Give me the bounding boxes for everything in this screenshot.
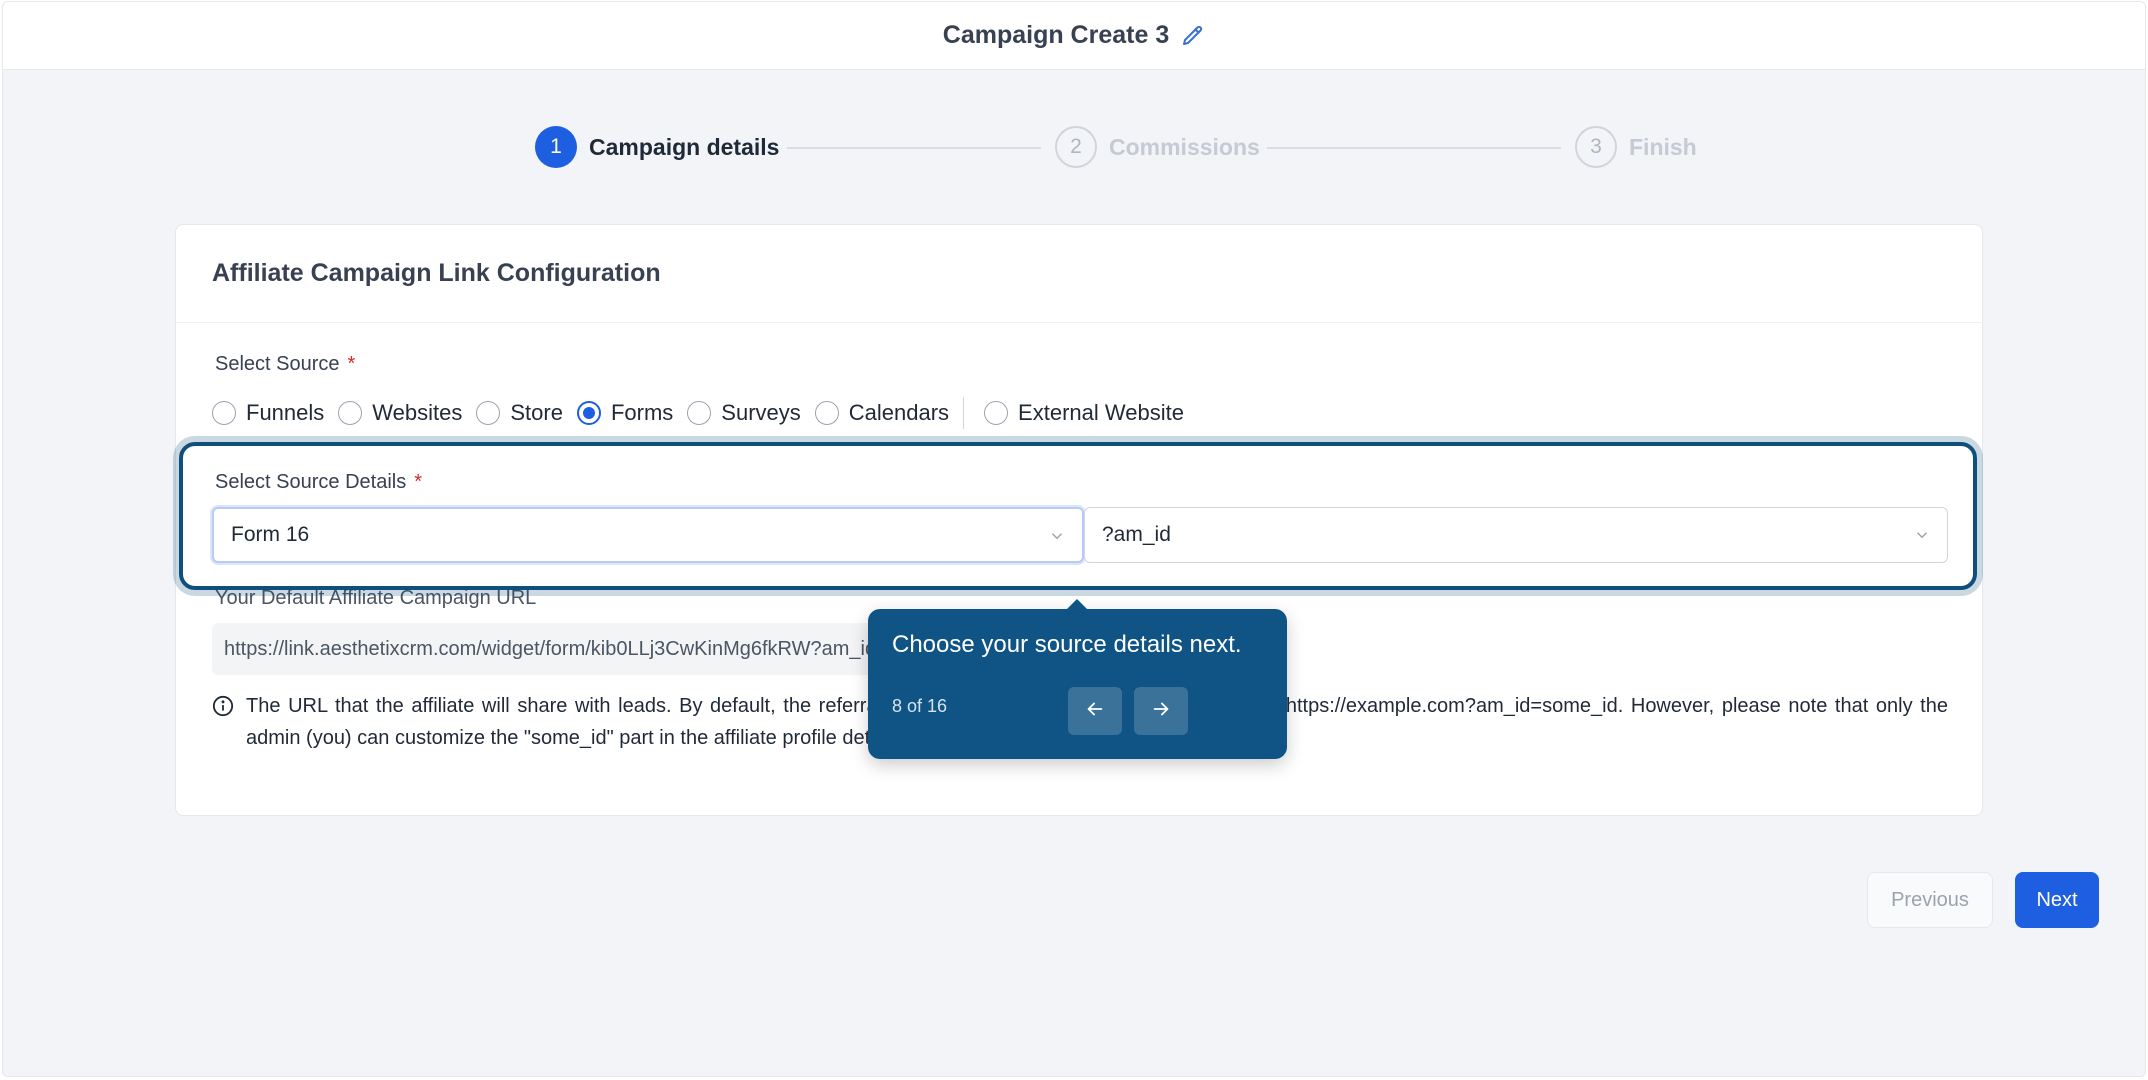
previous-button[interactable]: Previous [1867,872,1993,928]
source-detail-value: Form 16 [231,523,310,546]
radio-store[interactable]: Store [476,400,563,426]
app-frame: Campaign Create 3 1 Campaign details 2 C… [2,1,2146,1077]
radio-button[interactable] [687,401,712,425]
select-source-label-text: Select Source [215,353,340,375]
step-campaign-details[interactable]: 1 Campaign details [535,126,779,168]
radio-button[interactable] [814,401,839,425]
required-mark: * [414,471,422,493]
tour-step-count: 8 of 16 [892,696,948,716]
required-mark: * [347,353,356,375]
radio-external-website[interactable]: External Website [984,400,1184,426]
radio-calendars[interactable]: Calendars [814,400,950,426]
radio-label: External Website [1018,400,1184,425]
tour-tooltip: Choose your source details next. 8 of 16 [868,599,1287,759]
radio-funnels[interactable]: Funnels [212,400,324,426]
radio-label: Calendars [848,400,950,425]
arrow-left-icon [1084,698,1106,725]
radio-label: Store [510,400,563,425]
radio-label: Forms [610,400,674,425]
arrow-right-icon [1150,698,1172,725]
step-commissions[interactable]: 2 Commissions [1055,126,1260,168]
radio-forms[interactable]: Forms [576,400,674,426]
step-label: Campaign details [589,133,780,160]
radio-button-checked[interactable] [576,401,601,425]
param-select[interactable]: ?am_id [1084,507,1948,563]
chevron-down-icon [1048,527,1066,545]
page-title: Campaign Create 3 [942,21,1170,49]
step-connector [1267,147,1561,149]
tour-next-button[interactable] [1134,687,1188,735]
chevron-down-icon [1913,526,1931,544]
select-source-details-label: Select Source Details * [215,471,422,494]
tour-tooltip-text: Choose your source details next. [892,631,1242,658]
radio-label: Funnels [246,400,325,425]
source-radio-group: Funnels Websites Store Forms Surveys Cal… [212,397,1198,429]
top-bar: Campaign Create 3 [3,2,2145,70]
radio-button[interactable] [984,401,1009,425]
tour-prev-button[interactable] [1068,687,1122,735]
radio-label: Surveys [721,400,801,425]
param-value: ?am_id [1102,523,1171,546]
step-label: Finish [1629,133,1697,160]
step-number: 1 [535,126,577,168]
card-title: Affiliate Campaign Link Configuration [212,259,661,287]
source-detail-select[interactable]: Form 16 [212,507,1084,563]
radio-button[interactable] [212,401,236,425]
radio-button[interactable] [476,401,501,425]
step-number: 2 [1055,126,1097,168]
step-label: Commissions [1109,133,1260,160]
pencil-icon[interactable] [1181,24,1205,48]
radio-websites[interactable]: Websites [338,400,462,426]
radio-divider [963,397,965,429]
next-button[interactable]: Next [2015,872,2099,928]
select-source-label: Select Source * [215,353,355,376]
radio-label: Websites [372,400,463,425]
card-header: Affiliate Campaign Link Configuration [176,225,1982,323]
step-finish[interactable]: 3 Finish [1575,126,1697,168]
radio-button[interactable] [338,401,363,425]
default-url-label: Your Default Affiliate Campaign URL [215,587,537,609]
step-number: 3 [1575,126,1617,168]
radio-surveys[interactable]: Surveys [687,400,801,426]
select-source-details-label-text: Select Source Details [215,471,407,493]
stepper: 1 Campaign details 2 Commissions 3 Finis… [3,126,2145,170]
step-connector [787,147,1041,149]
info-icon [212,695,234,717]
